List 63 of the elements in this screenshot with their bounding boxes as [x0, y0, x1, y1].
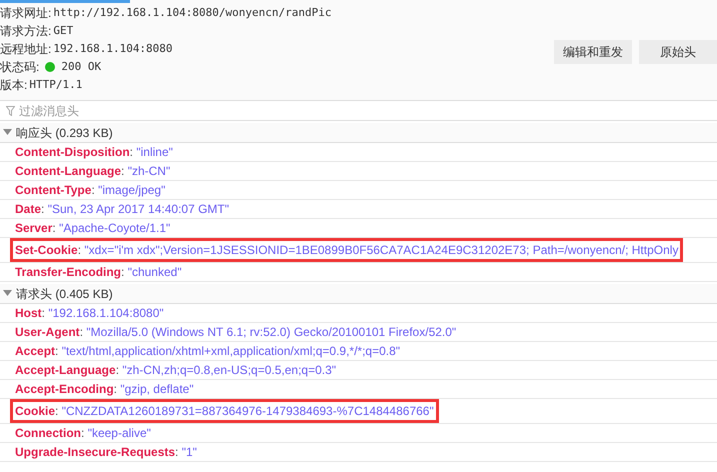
header-name: Upgrade-Insecure-Requests: [15, 444, 176, 461]
header-colon: :: [80, 324, 84, 341]
header-name: Date: [15, 201, 42, 218]
header-value: "image/jpeg": [98, 182, 166, 199]
header-value: "text/html,application/xhtml+xml,application/xml;q=0.9,*/*;q=0.8": [62, 343, 400, 360]
header-colon: :: [121, 264, 126, 281]
header-name: Accept-Language: [15, 362, 116, 379]
triangle-icon: [3, 129, 12, 136]
header-name: Content-Disposition: [15, 144, 130, 161]
toolbar-button[interactable]: 编辑和重发: [554, 40, 632, 64]
header-name: Connection: [15, 425, 81, 442]
section-toggle[interactable]: 响应头 (0.293 KB): [0, 123, 717, 143]
summary-label: 请求方法:: [0, 23, 52, 40]
toolbar-button[interactable]: 原始头: [639, 40, 717, 64]
header-value: "CNZZDATA1260189731=887364976-1479384693-%7C1484486766": [62, 403, 434, 420]
filter-icon: [6, 106, 15, 116]
header-colon: :: [130, 144, 134, 161]
header-name: Set-Cookie: [15, 242, 78, 259]
header-colon: :: [91, 182, 96, 199]
header-colon: :: [121, 163, 126, 180]
header-name: Content-Language: [15, 163, 121, 180]
header-colon: :: [55, 403, 60, 420]
header-value: "1": [182, 444, 197, 461]
header-colon: :: [78, 242, 82, 259]
header-colon: :: [52, 220, 57, 237]
summary-label: 版本:: [0, 77, 28, 94]
summary-value: GET: [53, 22, 74, 39]
header-colon: :: [175, 444, 180, 461]
header-name: Cookie: [15, 403, 56, 420]
header-name: Host: [15, 305, 42, 322]
header-value: "inline": [136, 144, 173, 161]
section-toggle[interactable]: 请求头 (0.405 KB): [0, 284, 717, 304]
header-name: User-Agent: [15, 324, 80, 341]
header-colon: :: [55, 343, 60, 360]
summary-value: HTTP/1.1: [29, 76, 82, 93]
header-value: "gzip, deflate": [120, 381, 194, 398]
filter-field[interactable]: 过滤消息头: [19, 102, 319, 120]
header-colon: :: [116, 362, 120, 379]
summary-label: 请求网址:: [0, 5, 52, 22]
header-value: "keep-alive": [88, 425, 151, 442]
summary-value: 200 OK: [61, 58, 102, 75]
header-value: "zh-CN,zh;q=0.8,en-US;q=0.5,en;q=0.3": [122, 362, 336, 379]
header-colon: :: [41, 201, 46, 218]
summary-value: http://192.168.1.104:8080/wonyencn/randPic: [53, 4, 332, 21]
header-name: Accept-Encoding: [15, 381, 114, 398]
header-value: "Mozilla/5.0 (Windows NT 6.1; rv:52.0) Gecko/20100101 Firefox/52.0": [86, 324, 456, 341]
summary-label: 状态码:: [0, 59, 40, 76]
summary-label: 远程地址:: [0, 41, 52, 58]
header-name: Server: [15, 220, 52, 237]
header-value: "chunked": [128, 264, 182, 281]
summary-value: 192.168.1.104:8080: [53, 40, 173, 57]
header-colon: :: [81, 425, 86, 442]
header-value: "192.168.1.104:8080": [48, 305, 164, 322]
triangle-icon: [3, 290, 12, 297]
header-name: Content-Type: [15, 182, 92, 199]
header-name: Transfer-Encoding: [15, 264, 122, 281]
header-colon: :: [114, 381, 118, 398]
header-value: "zh-CN": [128, 163, 170, 180]
header-value: "xdx="i'm xdx";Version=1JSESSIONID=1BE0899B0F56CA7AC1A24E9C31202E73; Path=/wonyencn/; HttpOnly: [84, 242, 678, 259]
header-value: "Sun, 23 Apr 2017 14:40:07 GMT": [48, 201, 230, 218]
header-colon: :: [42, 305, 46, 322]
header-value: "Apache-Coyote/1.1": [59, 220, 170, 237]
header-name: Accept: [15, 343, 56, 360]
